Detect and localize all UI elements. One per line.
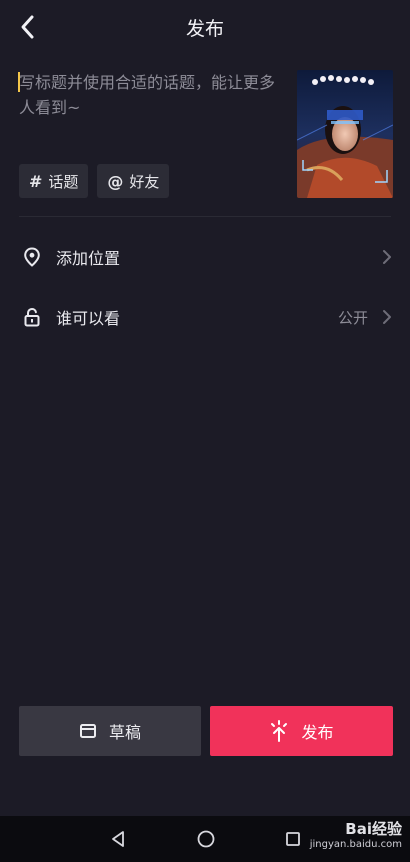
nav-recents-button[interactable] <box>281 827 305 851</box>
divider <box>19 216 391 217</box>
hashtag-icon: # <box>29 171 43 191</box>
nav-back-button[interactable] <box>106 827 130 851</box>
watermark-url: jingyan.baidu.com <box>309 839 402 850</box>
draft-button-label: 草稿 <box>108 723 141 742</box>
add-location-row[interactable]: 添加位置 <box>0 229 410 285</box>
location-pin-icon <box>22 247 42 267</box>
baidu-watermark: Bai经验 jingyan.baidu.com <box>310 818 402 850</box>
caption-chips: # 话题 @ 好友 <box>19 164 170 198</box>
nav-home-button[interactable] <box>194 827 218 851</box>
triangle-back-icon <box>112 831 124 847</box>
unlock-icon <box>22 307 42 327</box>
visibility-label: 谁可以看 <box>56 309 121 328</box>
add-location-label: 添加位置 <box>56 249 121 268</box>
publish-button[interactable]: 发布 <box>210 706 393 756</box>
visibility-value: 公开 <box>337 308 368 327</box>
draft-button[interactable]: 草稿 <box>19 706 201 756</box>
page-title: 发布 <box>185 18 224 40</box>
publish-sparkle-icon <box>271 720 288 742</box>
square-recents-icon <box>286 832 300 846</box>
publish-screen: 发布 写标题并使用合适的话题，能让更多人看到~ # 话题 @ 好友 添加位置 谁… <box>0 0 410 862</box>
chevron-right-icon <box>380 307 394 327</box>
header: 发布 <box>0 0 410 56</box>
topic-chip-label: 话题 <box>48 172 79 191</box>
watermark-brand: Bai经验 <box>345 820 402 838</box>
cover-image <box>297 70 393 198</box>
video-cover-thumbnail[interactable] <box>297 70 393 198</box>
friend-chip-label: 好友 <box>129 172 160 191</box>
caption-input[interactable]: 写标题并使用合适的话题，能让更多人看到~ <box>19 70 279 120</box>
at-icon: @ <box>107 171 124 191</box>
topic-chip[interactable]: # 话题 <box>19 164 89 198</box>
draft-box-icon <box>79 724 96 738</box>
chevron-right-icon <box>380 247 394 267</box>
visibility-row[interactable]: 谁可以看 公开 <box>0 289 410 345</box>
publish-button-label: 发布 <box>301 723 334 742</box>
friend-chip[interactable]: @ 好友 <box>97 164 170 198</box>
circle-home-icon <box>197 830 215 848</box>
